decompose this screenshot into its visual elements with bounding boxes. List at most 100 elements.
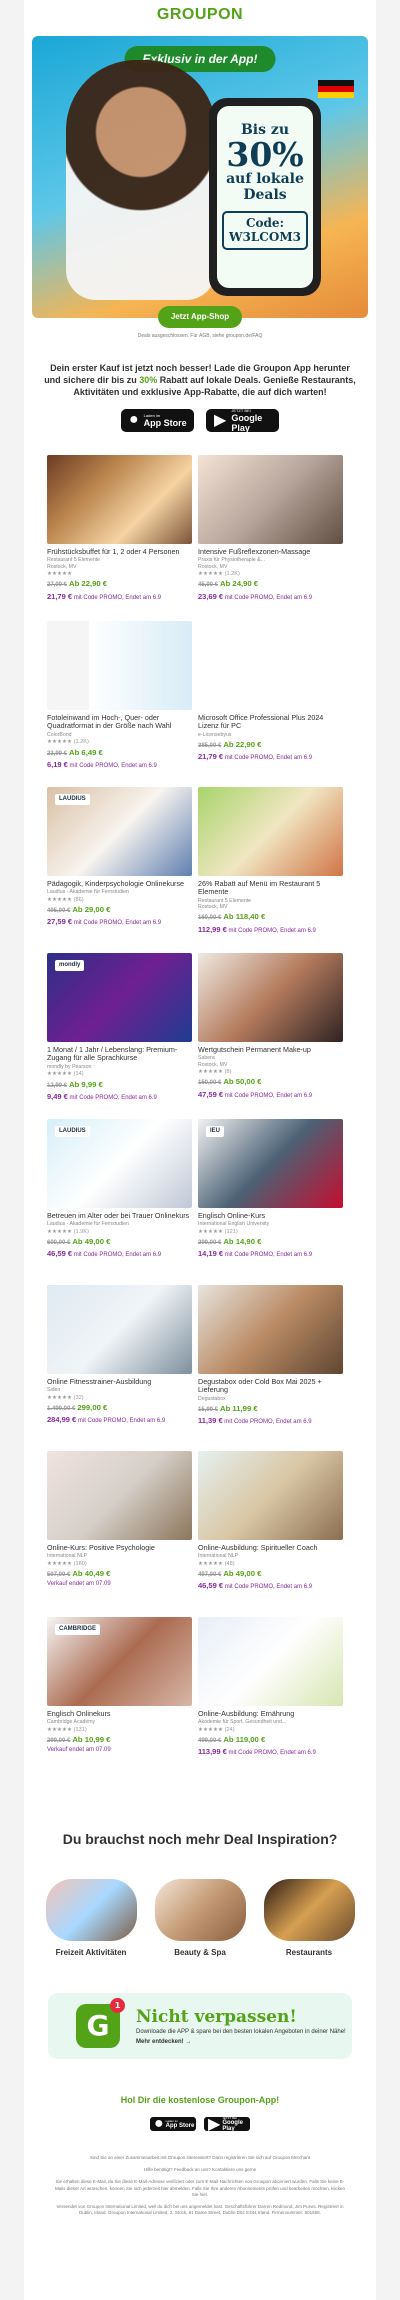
groupon-logo[interactable]: GROUPON [24,0,376,28]
deal-title[interactable]: Wertgutschein Permanent Make-up [198,1045,343,1055]
deal-image-food-box[interactable] [198,1284,343,1374]
deal-title[interactable]: Betreuen im Alter oder bei Trauer Online… [47,1211,192,1221]
deal-image-fitness[interactable] [47,1284,192,1374]
deal-card[interactable]: CAMBRIDGE Englisch Onlinekurs Cambridge Ac… [47,1616,192,1773]
deal-title[interactable]: 26% Rabatt auf Menü im Restaurant 5 Elem… [198,879,343,897]
deal-title[interactable]: Online-Ausbildung: Ernährung [198,1709,343,1719]
rating-stars: ★★★★★ [198,1228,224,1235]
footer-google-play-button[interactable]: ▶ JETZT BEI Google Play [204,2116,250,2133]
app-promo-box[interactable]: G1 Nicht verpassen! Downloade die APP & … [48,1992,352,2059]
leisure-image[interactable] [45,1878,137,1941]
deal-card[interactable]: Online-Ausbildung: Spiritueller Coach Int… [198,1450,343,1607]
deal-card[interactable]: LAUDIUS Pädagogik, Kinderpsychologie Onli… [47,786,192,943]
app-promo-link[interactable]: Mehr entdecken! → [136,2039,346,2045]
hero-banner[interactable]: Exklusiv in der App! Bis zu 30% auf loka… [32,36,368,318]
deal-title[interactable]: 1 Monat / 1 Jahr / Lebenslang: Premium-Z… [47,1045,192,1063]
deal-image-nutrition-training[interactable] [198,1616,343,1706]
deal-image-restaurant-menu[interactable] [198,786,343,876]
vendor-location: Rostock, MV [47,563,77,570]
deal-image-care-course[interactable]: LAUDIUS [47,1118,192,1208]
deal-title[interactable]: Online-Ausbildung: Spiritueller Coach [198,1543,343,1553]
current-price: Ab 6,49 € [69,747,103,757]
promo-text: mit Code PROMO, Endet am 6.9 [77,1418,166,1425]
category-leisure[interactable]: Freizeit Aktivitäten [45,1878,137,1957]
app-shop-button[interactable]: Jetzt App-Shop [158,306,242,328]
deal-card[interactable]: Frühstücksbuffet für 1, 2 oder 4 Persone… [47,454,192,611]
more-link-text[interactable]: Mehr entdecken! [136,2039,184,2045]
deal-image-language-course[interactable]: mondly [47,952,192,1042]
deal-card[interactable]: Fotoleinwand im Hoch-, Quer- oder Quadra… [47,620,192,777]
rating-stars: ★★★★★ [198,570,224,577]
app-store-button[interactable]: ● Laden im App Store [121,408,194,432]
deal-image-massage[interactable] [198,454,343,544]
deal-image-english-course[interactable]: IEU [198,1118,343,1208]
beauty-spa-image[interactable] [154,1878,246,1941]
deal-card[interactable]: IEU Englisch Online-Kurs International Eng… [198,1118,343,1275]
promo-price: 46,59 € [198,1581,224,1591]
deal-card[interactable]: Microsoft Office Professional Plus 2024 … [198,620,343,777]
deal-image-pedagogy[interactable]: LAUDIUS [47,786,192,876]
category-restaurants[interactable]: Restaurants [263,1878,355,1957]
old-price: 1.499,00 € [47,1406,76,1413]
google-play-button[interactable]: ▶ JETZT BEI Google Play [206,408,279,433]
deal-card[interactable]: LAUDIUS Betreuen im Alter oder bei Trauer… [47,1118,192,1275]
deal-card[interactable]: Online Fitnesstrainer-Ausbildung Sideo ★★★… [47,1284,192,1441]
deal-price: 23,99 € Ab 6,49 € [47,748,192,758]
deal-price: 15,99 € Ab 11,99 € [198,1404,343,1414]
restaurants-image[interactable] [263,1878,355,1941]
deal-title[interactable]: Englisch Onlinekurs [47,1709,192,1719]
google-play-label: Google Play [231,412,263,433]
deal-card[interactable]: Online-Kurs: Positive Psychologie Interna… [47,1450,192,1607]
old-price: 385,00 € [198,743,222,750]
deal-card[interactable]: Wertgutschein Permanent Make-up Sabera Ros… [198,952,343,1109]
category-beauty-spa[interactable]: Beauty & Spa [154,1878,246,1957]
current-price: Ab 49,00 € [223,1569,262,1579]
category-label[interactable]: Freizeit Aktivitäten [46,1948,137,1957]
deal-rating: ★★★★★ (86) [47,897,192,904]
deal-card[interactable]: Online-Ausbildung: Ernährung Akademie für… [198,1616,343,1773]
current-price: Ab 40,49 € [72,1569,111,1579]
deal-rating: ★★★★★ (1.2K) [47,739,192,746]
promo-price: 14,19 € [198,1249,224,1259]
promo-info: 6,19 € mit Code PROMO, Endet am 6.9 [47,760,192,770]
phone-deals-text: Deals [243,187,287,203]
deal-title[interactable]: Microsoft Office Professional Plus 2024 … [198,713,343,731]
deal-title[interactable]: Frühstücksbuffet für 1, 2 oder 4 Persone… [47,547,192,557]
deal-vendor: International English University [198,1221,270,1228]
laudius-logo: LAUDIUS [55,1125,90,1137]
rating-stars: ★★★★★ [47,1726,73,1733]
deal-title[interactable]: Degustabox oder Cold Box Mai 2025 + Lief… [198,1377,343,1395]
app-store-label: App Store [143,417,187,428]
subscription-note: Sie erhalten diese E-Mail, da Sie diese … [55,2179,345,2197]
email-container: GROUPON Exklusiv in der App! Bis zu 30% … [24,0,376,2300]
deal-title[interactable]: Pädagogik, Kinderpsychologie Onlinekurse [47,879,192,889]
promo-info: 112,99 € mit Code PROMO, Endet am 6.9 [198,925,343,935]
footer-app-store-button[interactable]: ● Laden im App Store [150,2115,196,2132]
deal-title[interactable]: Fotoleinwand im Hoch-, Quer- oder Quadra… [47,713,192,731]
deal-title[interactable]: Englisch Online-Kurs [198,1211,343,1221]
deal-card[interactable]: 26% Rabatt auf Menü im Restaurant 5 Elem… [198,786,343,943]
deal-card[interactable]: mondly 1 Monat / 1 Jahr / Lebenslang: Pre… [47,952,192,1109]
old-price: 299,00 € [198,1240,222,1247]
app-promo-text: Nicht verpassen! Downloade die APP & spa… [136,2007,346,2045]
deal-card[interactable]: Degustabox oder Cold Box Mai 2025 + Lief… [198,1284,343,1441]
legal-footer: Sind Sie an einer Zusammenarbeit mit Gro… [24,2131,376,2217]
deal-image-office-license[interactable] [198,620,343,710]
deal-image-positive-psychology[interactable] [47,1450,192,1540]
deal-price: 27,00 € Ab 22,90 € [47,579,192,589]
deal-image-makeup[interactable] [198,952,343,1042]
rating-stars: ★★★★★ [198,1560,224,1567]
deal-image-english-online[interactable]: CAMBRIDGE [47,1616,192,1706]
deal-image-breakfast[interactable] [47,454,192,544]
deal-title[interactable]: Intensive Fußreflexzonen-Massage [198,547,343,557]
deal-image-photo-canvas[interactable] [47,620,192,710]
category-label[interactable]: Restaurants [264,1948,355,1957]
deal-rating: ★★★★★ (24) [198,1727,343,1734]
deal-card[interactable]: Intensive Fußreflexzonen-Massage Praxis f… [198,454,343,611]
footer-store-buttons: ● Laden im App Store ▶ JETZT BEI Google Play [24,2115,376,2133]
deal-rating: ★★★★★ (121) [198,1229,343,1236]
deal-title[interactable]: Online-Kurs: Positive Psychologie [47,1543,192,1553]
deal-image-spiritual-coach[interactable] [198,1450,343,1540]
category-label[interactable]: Beauty & Spa [155,1948,246,1957]
deal-title[interactable]: Online Fitnesstrainer-Ausbildung [47,1377,192,1387]
